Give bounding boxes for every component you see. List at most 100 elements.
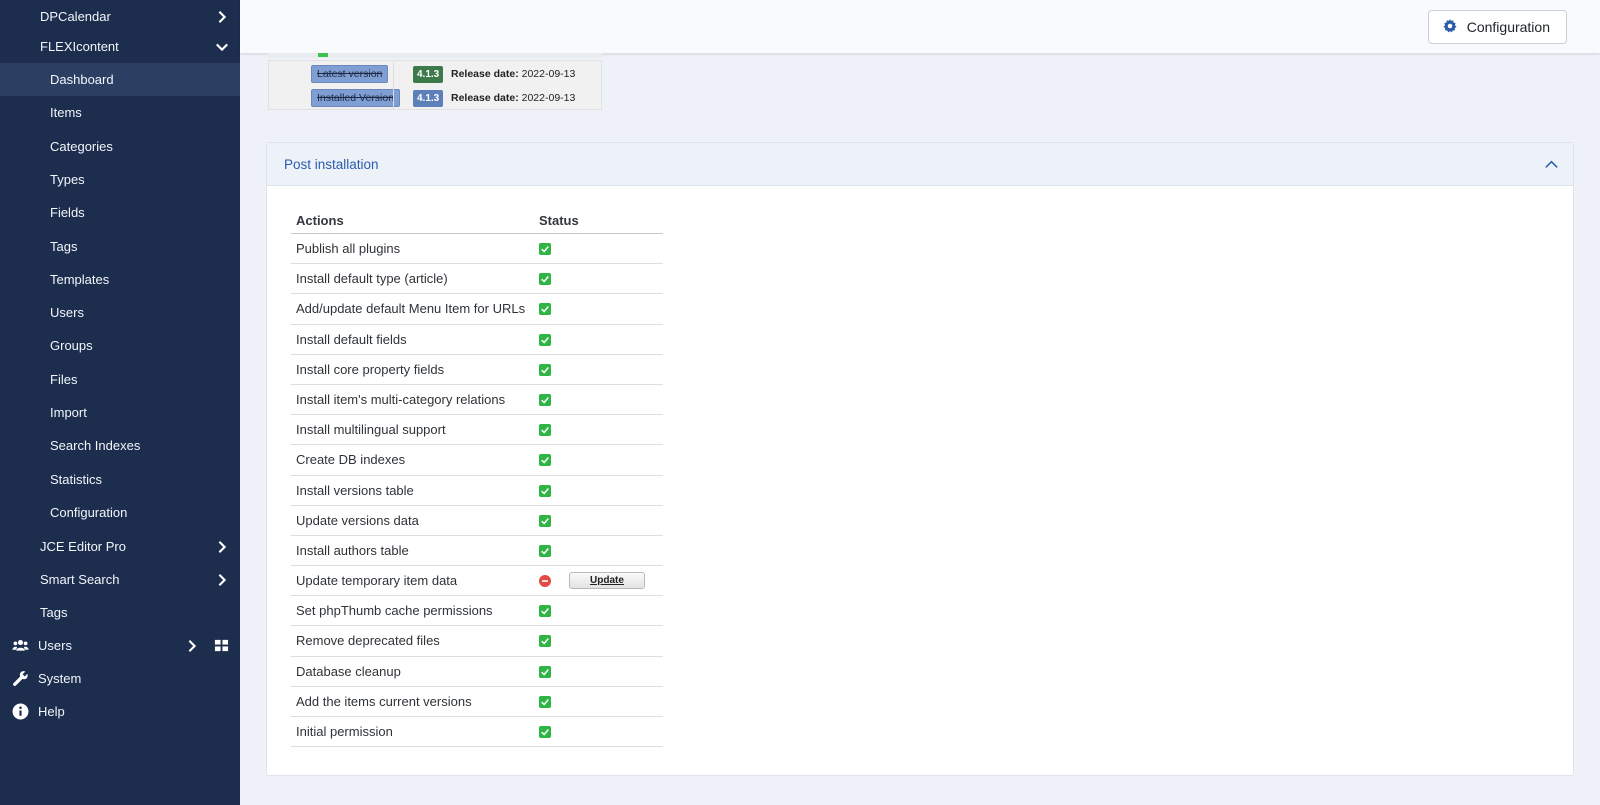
- sidebar-item-label: Files: [50, 371, 78, 387]
- column-header-actions: Actions: [296, 213, 344, 228]
- sidebar-item-tags[interactable]: Tags: [0, 596, 240, 629]
- sidebar: DPCalendar FLEXIcontent Dashboard Items Ca…: [0, 0, 240, 805]
- users-icon: [11, 637, 29, 655]
- action-label: Install versions table: [296, 482, 414, 498]
- table-row: Install authors table: [291, 536, 663, 567]
- sidebar-item-tags[interactable]: Tags: [0, 230, 240, 263]
- latest-version-row: Latest version 4.1.3 Release date: 2022-…: [269, 62, 603, 86]
- check-icon: [539, 726, 551, 738]
- sidebar-item-label: Statistics: [50, 471, 103, 487]
- table-row: Install core property fields: [291, 355, 663, 385]
- latest-version-tag: Latest version: [311, 65, 389, 83]
- sidebar-item-fields[interactable]: Fields: [0, 196, 240, 229]
- check-icon: [539, 273, 551, 286]
- sidebar-item-dashboard[interactable]: Dashboard: [0, 63, 240, 96]
- action-label: Set phpThumb cache permissions: [296, 603, 493, 619]
- action-label: Remove deprecated files: [296, 633, 440, 649]
- sidebar-item-label: System: [38, 671, 82, 686]
- installed-version-tag: Installed Version: [311, 89, 401, 107]
- top-header: Configuration: [240, 0, 1600, 53]
- action-label: Install default fields: [296, 331, 407, 347]
- sidebar-item-label: Import: [50, 405, 87, 420]
- check-icon: [539, 363, 551, 376]
- sidebar-item-users[interactable]: Users: [0, 629, 240, 662]
- check-icon: [539, 393, 551, 406]
- table-row: Publish all plugins: [291, 234, 663, 265]
- table-row: Install versions table: [291, 476, 663, 506]
- sidebar-item-label: Configuration: [50, 504, 128, 520]
- sidebar-item-label: Types: [50, 171, 85, 187]
- release-label: Release date:: [451, 68, 519, 80]
- sidebar-item-label: FLEXIcontent: [40, 39, 119, 54]
- check-icon: [539, 303, 551, 316]
- release-date-value: 2022-09-13: [521, 92, 576, 104]
- check-icon: [539, 665, 551, 678]
- sidebar-item-import[interactable]: Import: [0, 396, 240, 429]
- table-row: Install default type (article): [291, 264, 663, 295]
- sidebar-item-configuration[interactable]: Configuration: [0, 496, 240, 529]
- table-row: Create DB indexes: [291, 445, 663, 476]
- sidebar-item-label: Smart Search: [40, 572, 120, 587]
- sidebar-item-label: Users: [50, 305, 84, 321]
- sidebar-item-dpcalendar[interactable]: DPCalendar: [0, 0, 240, 33]
- gear-icon: [1443, 18, 1457, 36]
- check-icon: [539, 333, 551, 346]
- info-icon: [11, 703, 29, 721]
- panel-title: Post installation: [284, 156, 379, 172]
- chevron-up-icon[interactable]: [1543, 156, 1559, 172]
- action-label: Database cleanup: [296, 663, 401, 679]
- sidebar-item-help[interactable]: Help: [0, 695, 240, 728]
- sidebar-item-items[interactable]: Items: [0, 96, 240, 129]
- configuration-button[interactable]: Configuration: [1427, 10, 1567, 44]
- sidebar-item-statistics[interactable]: Statistics: [0, 463, 240, 496]
- action-label: Install default type (article): [296, 271, 448, 287]
- sidebar-item-label: Fields: [50, 205, 85, 221]
- sidebar-item-flexicontent[interactable]: FLEXIcontent: [0, 30, 240, 63]
- check-icon: [539, 544, 551, 557]
- latest-release-date: Release date: 2022-09-13: [451, 68, 575, 80]
- check-icon: [539, 243, 551, 255]
- action-label: Install core property fields: [296, 361, 445, 377]
- sidebar-item-label: DPCalendar: [40, 9, 111, 24]
- installed-version-badge: 4.1.3: [413, 89, 444, 107]
- check-icon: [539, 424, 551, 437]
- post-installation-panel: Post installation Actions Status Publish…: [266, 142, 1574, 776]
- chevron-right-icon: [214, 572, 230, 588]
- sidebar-item-users[interactable]: Users: [0, 296, 240, 329]
- table-row: Update temporary item data Update: [291, 566, 663, 597]
- status-dot: [318, 53, 328, 57]
- check-icon: [539, 605, 551, 618]
- table-row: Install default fields: [291, 325, 663, 355]
- sidebar-item-types[interactable]: Types: [0, 163, 240, 196]
- installed-release-date: Release date: 2022-09-13: [451, 92, 575, 104]
- chevron-right-icon: [184, 638, 200, 654]
- check-icon: [539, 514, 551, 527]
- sidebar-item-jce-editor-pro[interactable]: JCE Editor Pro: [0, 530, 240, 563]
- sidebar-item-files[interactable]: Files: [0, 363, 240, 396]
- sidebar-item-system[interactable]: System: [0, 662, 240, 695]
- dashboard-grid-icon[interactable]: [214, 638, 230, 654]
- check-icon: [539, 695, 551, 708]
- sidebar-item-search-indexes[interactable]: Search Indexes: [0, 429, 240, 462]
- action-label: Add the items current versions: [296, 693, 472, 709]
- divider: [393, 86, 394, 110]
- release-label: Release date:: [451, 92, 519, 104]
- update-button[interactable]: Update: [569, 572, 645, 590]
- sidebar-item-label: Categories: [50, 138, 113, 154]
- table-row: Update versions data: [291, 506, 663, 536]
- table-row: Add the items current versions: [291, 687, 663, 717]
- sidebar-item-groups[interactable]: Groups: [0, 329, 240, 362]
- sidebar-item-label: Tags: [50, 238, 78, 254]
- action-label: Install multilingual support: [296, 422, 446, 438]
- installed-version-row: Installed Version 4.1.3 Release date: 20…: [269, 86, 603, 110]
- table-row: Install item's multi-category relations: [291, 385, 663, 416]
- action-label: Update versions data: [296, 512, 419, 528]
- check-icon: [539, 484, 551, 497]
- action-label: Publish all plugins: [296, 241, 401, 256]
- table-header: Actions Status: [291, 207, 663, 234]
- sidebar-item-categories[interactable]: Categories: [0, 130, 240, 163]
- sidebar-item-smart-search[interactable]: Smart Search: [0, 563, 240, 596]
- table-row: Set phpThumb cache permissions: [291, 596, 663, 627]
- sidebar-item-templates[interactable]: Templates: [0, 263, 240, 296]
- panel-header[interactable]: Post installation: [267, 143, 1573, 186]
